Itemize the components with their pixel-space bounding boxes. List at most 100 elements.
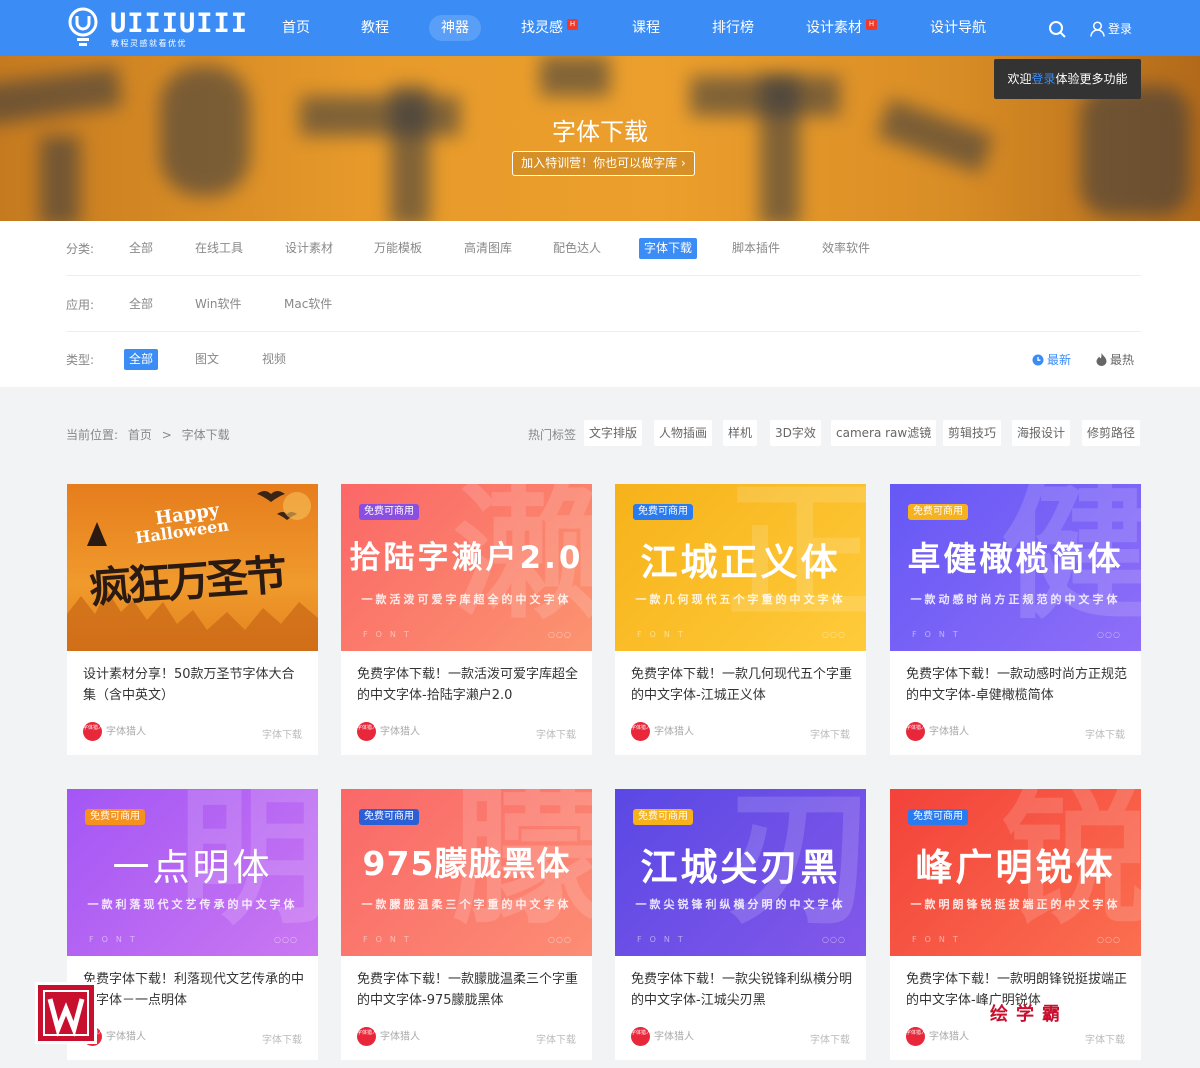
article-card[interactable]: 健 免费可商用 卓健橄榄简体 一款动感时尚方正规范的中文字体 FONT ○○○ … <box>890 484 1141 755</box>
hot-tag[interactable]: 剪辑技巧 <box>943 420 1002 446</box>
brand-name: UIIIUIII <box>110 8 249 39</box>
card-thumbnail[interactable]: 正 免费可商用 江城正义体 一款几何现代五个字重的中文字体 FONT ○○○ <box>615 484 866 651</box>
hot-tag[interactable]: 海报设计 <box>1012 420 1071 446</box>
banner-shape <box>40 136 80 221</box>
card-category[interactable]: 字体下载 <box>262 726 302 741</box>
avatar: 字体猎人 <box>906 1027 926 1046</box>
font-mark: FONT <box>912 630 966 639</box>
filter-option[interactable]: 高清图库 <box>459 238 517 259</box>
font-mark: FONT <box>363 935 417 944</box>
card-author[interactable]: 字体猎人字体猎人 <box>357 722 420 741</box>
card-category[interactable]: 字体下载 <box>536 726 576 741</box>
nav-inspiration[interactable]: 找灵感 H <box>521 15 578 41</box>
card-category[interactable]: 字体下载 <box>1085 1031 1125 1046</box>
card-title[interactable]: 免费字体下载！一款几何现代五个字重的中文字体-江城正义体 <box>631 664 853 706</box>
search-icon[interactable] <box>1048 20 1066 38</box>
filter-label: 应用: <box>66 298 95 312</box>
site-logo[interactable]: UIIIUIII 教程灵感就看优优 <box>66 7 247 51</box>
hot-tag[interactable]: 人物插画 <box>654 420 713 446</box>
card-category[interactable]: 字体下载 <box>810 1031 850 1046</box>
card-thumbnail[interactable]: 明 免费可商用 一点明体 一款利落现代文艺传承的中文字体 FONT ○○○ <box>67 789 318 956</box>
filter-option-active[interactable]: 字体下载 <box>639 238 698 259</box>
card-thumbnail[interactable]: Happy Halloween 疯狂万圣节 <box>67 484 318 651</box>
flame-icon <box>1096 353 1107 366</box>
nav-tutorials[interactable]: 教程 <box>361 15 389 41</box>
nav-tools[interactable]: 神器 <box>429 15 481 41</box>
free-commercial-badge: 免费可商用 <box>359 809 419 825</box>
hot-tag[interactable]: camera raw滤镜 <box>831 420 937 446</box>
article-card[interactable]: 明 免费可商用 一点明体 一款利落现代文艺传承的中文字体 FONT ○○○ 免费… <box>67 789 318 1060</box>
card-title[interactable]: 免费字体下载！利落现代文艺传承的中文字体－一点明体 <box>83 969 305 1011</box>
sort-hottest[interactable]: 最热 <box>1096 351 1134 368</box>
card-author[interactable]: 字体猎人字体猎人 <box>631 1027 694 1046</box>
brand-slogan: 教程灵感就看优优 <box>111 39 187 48</box>
font-mark: FONT <box>89 935 143 944</box>
clock-icon <box>1032 354 1044 366</box>
card-title[interactable]: 免费字体下载！一款朦胧温柔三个字重的中文字体-975朦胧黑体 <box>357 969 579 1011</box>
hot-tag[interactable]: 样机 <box>723 420 758 446</box>
filter-label: 分类: <box>66 242 95 256</box>
filter-option[interactable]: 图文 <box>190 349 224 370</box>
card-thumbnail[interactable]: 锐 免费可商用 峰广明锐体 一款明朗锋锐挺拔端正的中文字体 FONT ○○○ <box>890 789 1141 956</box>
card-title[interactable]: 免费字体下载！一款活泼可爱字库超全的中文字体-拾陆字濑户2.0 <box>357 664 579 706</box>
card-author[interactable]: 字体猎人字体猎人 <box>357 1027 420 1046</box>
filter-option[interactable]: Mac软件 <box>279 294 337 315</box>
card-author[interactable]: 字体猎人字体猎人 <box>83 722 146 741</box>
filter-option[interactable]: 配色达人 <box>548 238 606 259</box>
free-commercial-badge: 免费可商用 <box>908 504 968 520</box>
free-commercial-badge: 免费可商用 <box>908 809 968 825</box>
filter-label: 类型: <box>66 353 95 367</box>
nav-home[interactable]: 首页 <box>282 15 310 41</box>
card-category[interactable]: 字体下载 <box>810 726 850 741</box>
bulb-logo-icon <box>68 7 98 46</box>
card-author[interactable]: 字体猎人字体猎人 <box>906 1027 969 1046</box>
free-commercial-badge: 免费可商用 <box>359 504 419 520</box>
banner-title: 字体下载 <box>552 118 648 146</box>
article-card[interactable]: 刃 免费可商用 江城尖刃黑 一款尖锐锋利纵横分明的中文字体 FONT ○○○ 免… <box>615 789 866 1060</box>
card-title[interactable]: 免费字体下载！一款动感时尚方正规范的中文字体-卓健橄榄简体 <box>906 664 1128 706</box>
filter-option[interactable]: 在线工具 <box>190 238 248 259</box>
hot-tag[interactable]: 修剪路径 <box>1082 420 1141 446</box>
filter-option[interactable]: 效率软件 <box>817 238 875 259</box>
breadcrumb-home[interactable]: 首页 <box>128 428 152 442</box>
w-logo-icon <box>43 990 89 1037</box>
sort-latest[interactable]: 最新 <box>1032 351 1071 368</box>
card-author[interactable]: 字体猎人字体猎人 <box>631 722 694 741</box>
nav-ranking[interactable]: 排行榜 <box>712 15 754 41</box>
card-category[interactable]: 字体下载 <box>1085 726 1125 741</box>
nav-courses[interactable]: 课程 <box>632 15 660 41</box>
card-category[interactable]: 字体下载 <box>536 1031 576 1046</box>
card-title[interactable]: 设计素材分享！50款万圣节字体大合集（含中英文） <box>83 664 305 706</box>
card-thumbnail[interactable]: 健 免费可商用 卓健橄榄简体 一款动感时尚方正规范的中文字体 FONT ○○○ <box>890 484 1141 651</box>
filter-option[interactable]: 视频 <box>257 349 291 370</box>
corner-watermark-logo <box>35 982 97 1044</box>
article-card[interactable]: 濑 免费可商用 拾陆字濑户2.0 一款活泼可爱字库超全的中文字体 FONT ○○… <box>341 484 592 755</box>
user-icon <box>1090 21 1105 37</box>
card-thumbnail[interactable]: 刃 免费可商用 江城尖刃黑 一款尖锐锋利纵横分明的中文字体 FONT ○○○ <box>615 789 866 956</box>
filter-option[interactable]: Win软件 <box>190 294 247 315</box>
filter-option[interactable]: 万能模板 <box>369 238 427 259</box>
filter-option[interactable]: 设计素材 <box>280 238 338 259</box>
application-filter-row: 应用: 全部 Win软件 Mac软件 <box>66 277 1141 332</box>
tooltip-login-link[interactable]: 登录 <box>1031 72 1055 86</box>
article-card[interactable]: Happy Halloween 疯狂万圣节 设计素材分享！50款万圣节字体大合集… <box>67 484 318 755</box>
font-name: 975朦胧黑体 <box>362 844 571 883</box>
card-category[interactable]: 字体下载 <box>262 1031 302 1046</box>
card-thumbnail[interactable]: 濑 免费可商用 拾陆字濑户2.0 一款活泼可爱字库超全的中文字体 FONT ○○… <box>341 484 592 651</box>
filter-option-active[interactable]: 全部 <box>124 349 159 370</box>
login-button[interactable]: 登录 <box>1090 20 1132 40</box>
join-training-button[interactable]: 加入特训营！你也可以做字库 › <box>512 151 695 176</box>
filter-option[interactable]: 脚本插件 <box>727 238 785 259</box>
nav-design-navigation[interactable]: 设计导航 <box>930 15 986 41</box>
card-title[interactable]: 免费字体下载！一款尖锐锋利纵横分明的中文字体-江城尖刃黑 <box>631 969 853 1011</box>
nav-design-assets[interactable]: 设计素材 H <box>806 15 877 41</box>
article-card[interactable]: 朦 免费可商用 975朦胧黑体 一款朦胧温柔三个字重的中文字体 FONT ○○○… <box>341 789 592 1060</box>
hot-tag[interactable]: 文字排版 <box>584 420 643 446</box>
card-author[interactable]: 字体猎人字体猎人 <box>906 722 969 741</box>
article-card[interactable]: 正 免费可商用 江城正义体 一款几何现代五个字重的中文字体 FONT ○○○ 免… <box>615 484 866 755</box>
filter-option[interactable]: 全部 <box>124 294 158 315</box>
filter-option[interactable]: 全部 <box>124 238 158 259</box>
hot-tag[interactable]: 3D字效 <box>770 420 821 446</box>
banner-shape <box>760 76 800 221</box>
card-thumbnail[interactable]: 朦 免费可商用 975朦胧黑体 一款朦胧温柔三个字重的中文字体 FONT ○○○ <box>341 789 592 956</box>
